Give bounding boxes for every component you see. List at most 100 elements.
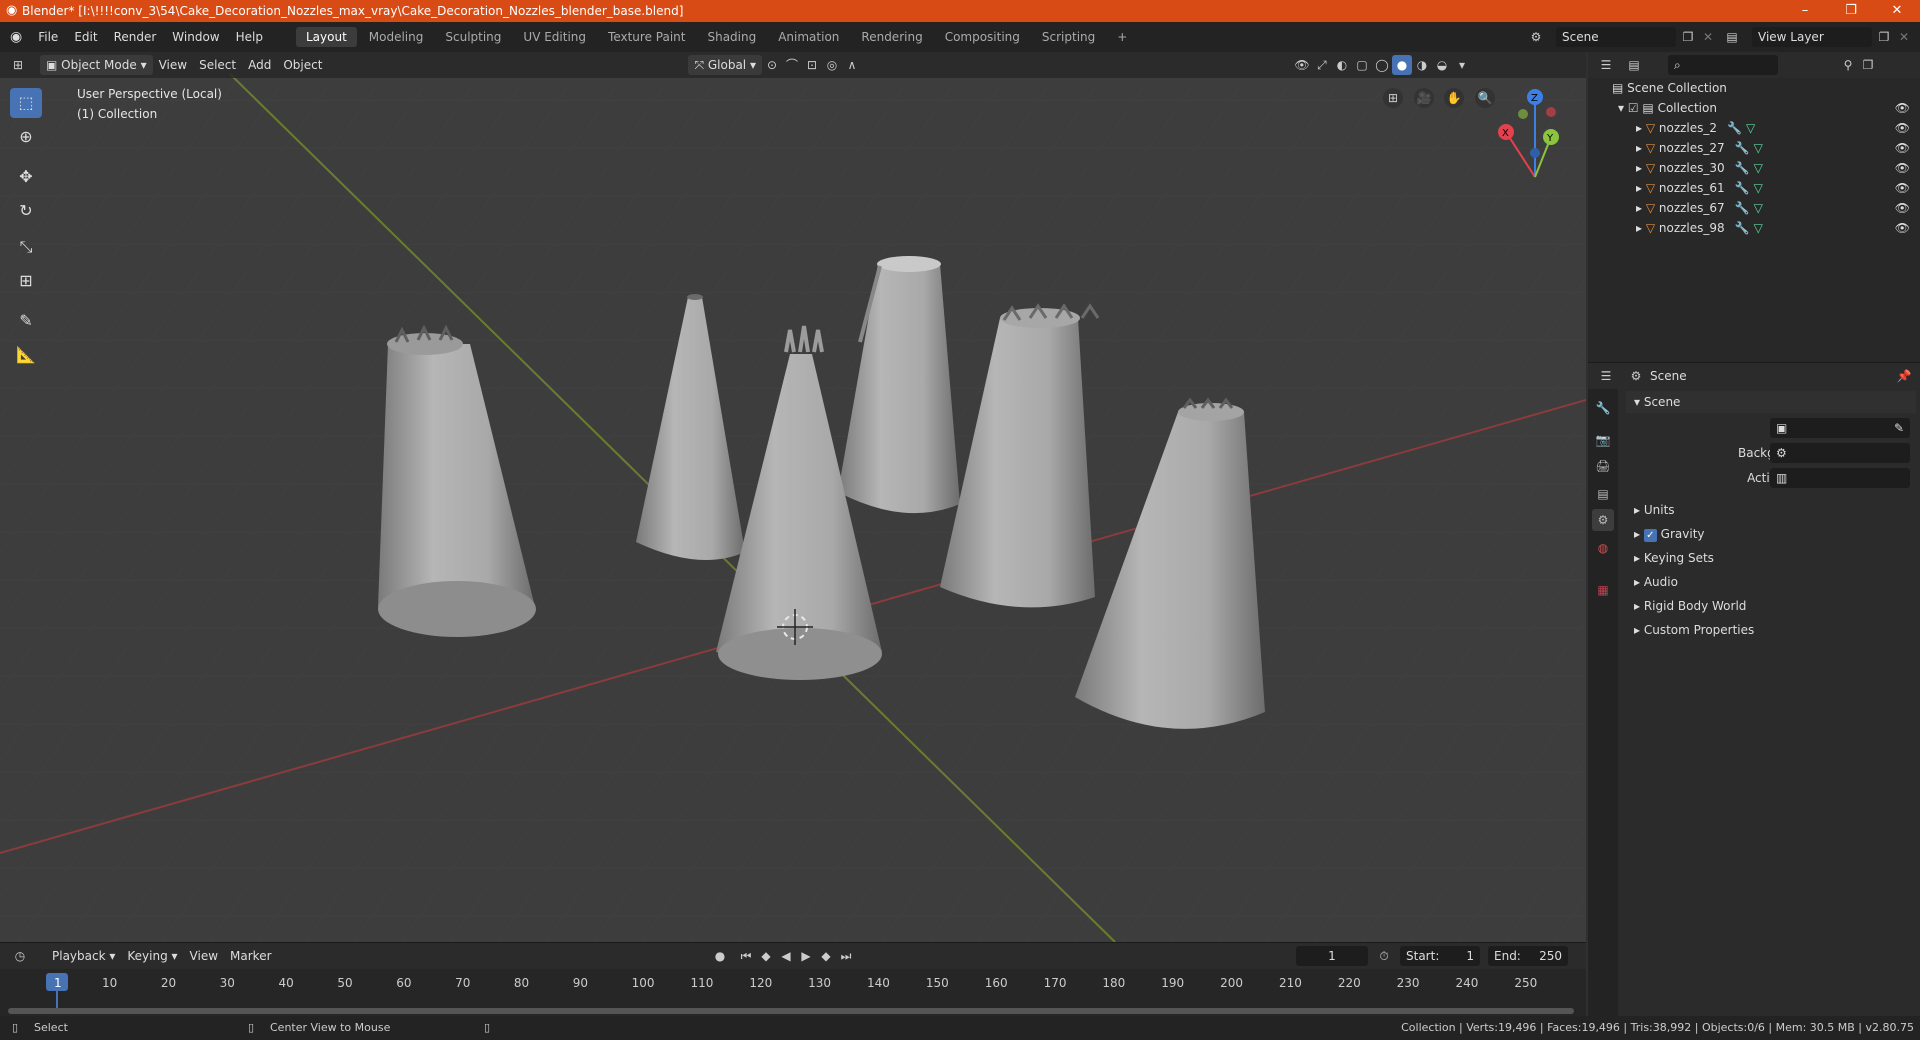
eye-icon[interactable]: 👁 [1895, 138, 1910, 158]
render-tab-icon[interactable]: 📷 [1592, 429, 1614, 451]
expand-arrow-icon[interactable]: ▸ [1636, 221, 1646, 235]
editor-type-icon[interactable]: ⊞ [8, 55, 28, 75]
tab-animation[interactable]: Animation [768, 27, 849, 47]
zoom-view-icon[interactable]: 🔍 [1475, 88, 1495, 108]
add-workspace-button[interactable]: + [1107, 27, 1137, 47]
expand-arrow-icon[interactable]: ▸ [1636, 201, 1646, 215]
rotate-tool[interactable]: ↻ [10, 196, 42, 226]
annotate-tool[interactable]: ✎ [10, 306, 42, 336]
scene-panel-header[interactable]: ▾ Scene [1626, 391, 1916, 413]
pan-view-icon[interactable]: ✋ [1444, 88, 1464, 108]
units-panel[interactable]: ▸ Units [1626, 499, 1916, 521]
outliner-item[interactable]: ▸ ▽ nozzles_98 🔧 ▽ 👁 [1588, 218, 1918, 238]
expand-arrow-icon[interactable]: ▸ [1636, 161, 1646, 175]
mode-selector[interactable]: ▣ Object Mode ▾ [40, 55, 153, 75]
modifier-icon[interactable]: 🔧 [1735, 201, 1750, 215]
jump-end-icon[interactable]: ⏭ [836, 946, 856, 966]
menu-edit[interactable]: Edit [66, 30, 105, 44]
transform-tool[interactable]: ⊞ [10, 266, 42, 296]
tab-uv-editing[interactable]: UV Editing [513, 27, 596, 47]
proportional-edit-icon[interactable]: ◎ [822, 55, 842, 75]
menu-timeline-view[interactable]: View [184, 946, 224, 966]
tab-compositing[interactable]: Compositing [935, 27, 1030, 47]
overlays-icon[interactable]: ◐ [1332, 55, 1352, 75]
menu-render[interactable]: Render [106, 30, 165, 44]
cursor-tool[interactable]: ⊕ [10, 122, 42, 152]
record-icon[interactable]: ● [710, 946, 730, 966]
camera-view-icon[interactable]: 🎥 [1414, 88, 1434, 108]
eye-icon[interactable]: 👁 [1895, 198, 1910, 218]
view-layer-icon[interactable]: ▤ [1722, 27, 1742, 47]
start-frame-field[interactable]: Start: 1 [1400, 946, 1480, 966]
world-tab-icon[interactable]: ◍ [1592, 537, 1614, 559]
display-mode-icon[interactable]: ▤ [1624, 55, 1644, 75]
expand-arrow-icon[interactable]: ▾ [1618, 101, 1628, 115]
modifier-icon[interactable]: 🔧 [1735, 221, 1750, 235]
expand-arrow-icon[interactable]: ▸ [1636, 181, 1646, 195]
outliner-editor-type-icon[interactable]: ☰ [1596, 55, 1616, 75]
mesh-data-icon[interactable]: ▽ [1754, 161, 1763, 175]
menu-keying[interactable]: Keying ▾ [121, 946, 183, 966]
play-icon[interactable]: ▶ [796, 946, 816, 966]
tab-shading[interactable]: Shading [697, 27, 766, 47]
delete-scene-icon[interactable]: ✕ [1698, 27, 1718, 47]
pin-icon[interactable]: 📌 [1894, 366, 1914, 386]
rendered-shading-icon[interactable]: ◒ [1432, 55, 1452, 75]
new-scene-icon[interactable]: ❐ [1678, 27, 1698, 47]
move-tool[interactable]: ✥ [10, 162, 42, 192]
scene-icon[interactable]: ⚙ [1526, 27, 1546, 47]
tab-rendering[interactable]: Rendering [851, 27, 932, 47]
texture-tab-icon[interactable]: ▦ [1592, 579, 1614, 601]
background-scene-field[interactable]: ⚙ [1770, 443, 1910, 463]
modifier-icon[interactable]: 🔧 [1735, 141, 1750, 155]
output-tab-icon[interactable]: 🖨 [1592, 455, 1614, 477]
eye-icon[interactable]: 👁 [1895, 178, 1910, 198]
wireframe-shading-icon[interactable]: ◯ [1372, 55, 1392, 75]
camera-field[interactable]: ▣ ✎ [1770, 418, 1910, 438]
view-layer-tab-icon[interactable]: ▤ [1592, 483, 1614, 505]
keying-sets-panel[interactable]: ▸ Keying Sets [1626, 547, 1916, 569]
gizmo-toggle-icon[interactable]: ⤢ [1312, 55, 1332, 75]
menu-help[interactable]: Help [228, 30, 271, 44]
viewport-scene[interactable]: Z X Y [0, 52, 1586, 942]
outliner-item[interactable]: ▸ ▽ nozzles_27 🔧 ▽ 👁 [1588, 138, 1918, 158]
visibility-icon[interactable]: 👁 [1292, 55, 1312, 75]
audio-panel[interactable]: ▸ Audio [1626, 571, 1916, 593]
transform-orientation-dropdown[interactable]: ⤧ Global ▾ [688, 55, 762, 75]
gravity-checkbox[interactable]: ✓ [1643, 529, 1657, 542]
mesh-data-icon[interactable]: ▽ [1754, 201, 1763, 215]
eye-icon[interactable]: 👁 [1895, 158, 1910, 178]
snap-icon[interactable]: ⌒ [782, 55, 802, 75]
modifier-icon[interactable]: 🔧 [1735, 161, 1750, 175]
scene-field[interactable]: Scene [1556, 27, 1676, 47]
menu-marker[interactable]: Marker [224, 946, 277, 966]
active-movie-clip-field[interactable]: ▥ [1770, 468, 1910, 488]
timeline-editor-type-icon[interactable]: ◷ [10, 946, 30, 966]
timeline-scrollbar[interactable] [8, 1008, 1574, 1014]
falloff-icon[interactable]: ∧ [842, 55, 862, 75]
pivot-point-icon[interactable]: ⊙ [762, 55, 782, 75]
mesh-data-icon[interactable]: ▽ [1754, 221, 1763, 235]
outliner-item[interactable]: ▸ ▽ nozzles_2 🔧 ▽ 👁 [1588, 118, 1918, 138]
new-collection-icon[interactable]: ❐ [1858, 55, 1878, 75]
outliner-item[interactable]: ▸ ▽ nozzles_61 🔧 ▽ 👁 [1588, 178, 1918, 198]
tab-texture-paint[interactable]: Texture Paint [598, 27, 695, 47]
expand-arrow-icon[interactable]: ▸ [1636, 121, 1646, 135]
scene-tab-icon[interactable]: ⚙ [1592, 509, 1614, 531]
mesh-data-icon[interactable]: ▽ [1754, 141, 1763, 155]
eye-icon[interactable]: 👁 [1895, 218, 1910, 238]
tab-scripting[interactable]: Scripting [1032, 27, 1105, 47]
play-reverse-icon[interactable]: ◀ [776, 946, 796, 966]
menu-playback[interactable]: Playback ▾ [46, 946, 121, 966]
tab-sculpting[interactable]: Sculpting [435, 27, 511, 47]
modifier-icon[interactable]: 🔧 [1735, 181, 1750, 195]
3d-viewport[interactable]: Z X Y ⊞ ▣ Object Mode ▾ View Select Add … [0, 52, 1586, 942]
minimize-button[interactable]: – [1782, 0, 1828, 22]
tab-modeling[interactable]: Modeling [359, 27, 434, 47]
select-box-tool[interactable]: ⬚ [10, 88, 42, 118]
tool-tab-icon[interactable]: 🔧 [1592, 397, 1614, 419]
grid-view-icon[interactable]: ⊞ [1383, 88, 1403, 108]
menu-add[interactable]: Add [242, 55, 277, 75]
scale-tool[interactable]: ⤡ [10, 232, 42, 262]
new-view-layer-icon[interactable]: ❐ [1874, 27, 1894, 47]
